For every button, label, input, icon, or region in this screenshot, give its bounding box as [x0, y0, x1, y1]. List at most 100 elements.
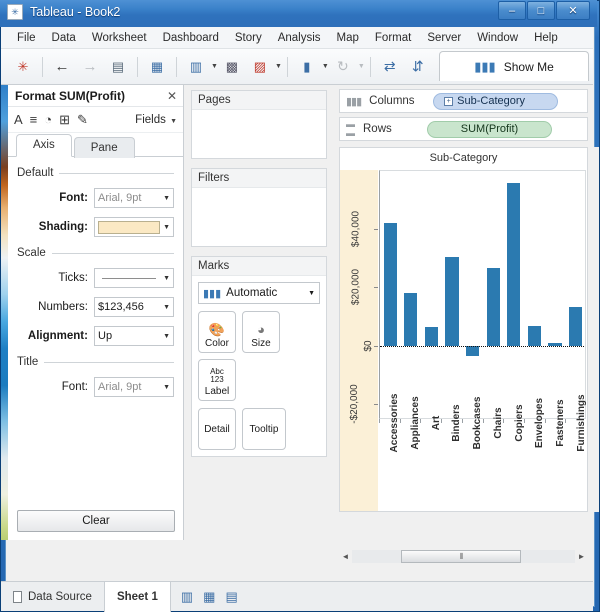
- lines-format-icon[interactable]: ✎: [77, 112, 88, 128]
- filters-card: Filters: [191, 168, 327, 247]
- maximize-button[interactable]: □: [527, 1, 555, 20]
- alignment-format-icon[interactable]: ≡: [30, 112, 38, 127]
- pill-sum-profit[interactable]: SUM(Profit): [427, 121, 552, 138]
- bar-mark[interactable]: [569, 307, 582, 345]
- expand-plus-icon[interactable]: +: [444, 97, 453, 106]
- scroll-left-arrow-icon[interactable]: ◄: [339, 552, 352, 561]
- horizontal-scrollbar[interactable]: ◄ ⦀ ►: [339, 549, 588, 564]
- new-worksheet-icon[interactable]: ▥: [181, 589, 193, 605]
- marks-card: Marks ▮▮▮ Automatic ▼ 🎨 Color ◕ Size: [191, 256, 327, 457]
- swap-rows-columns-icon[interactable]: ⇄: [378, 55, 402, 79]
- x-axis-tick-label: Appliances: [400, 419, 421, 511]
- menu-analysis[interactable]: Analysis: [270, 30, 329, 46]
- bar-column[interactable]: [401, 170, 422, 419]
- tab-axis[interactable]: Axis: [16, 134, 72, 157]
- rows-shelf[interactable]: ▬▬ Rows SUM(Profit): [339, 117, 588, 141]
- bar-column[interactable]: [524, 170, 545, 419]
- save-icon[interactable]: ▤: [106, 55, 130, 79]
- title-font-combo[interactable]: Arial, 9pt ▼: [94, 377, 174, 397]
- y-axis-tick-label: $40,000: [338, 223, 374, 234]
- new-dashboard-icon[interactable]: ▦: [203, 589, 215, 605]
- show-me-button[interactable]: ▮▮▮ Show Me: [439, 51, 589, 81]
- marks-label-button[interactable]: Abc 123 Label: [198, 359, 236, 401]
- columns-shelf[interactable]: ▮▮▮ Columns + Sub-Category: [339, 89, 588, 113]
- clear-sheet-chevron-down-icon[interactable]: ▼: [275, 63, 282, 70]
- scale-ticks-combo[interactable]: ▼: [94, 268, 174, 288]
- x-axis-tick-text: Fasteners: [555, 399, 566, 446]
- bar-mark[interactable]: [425, 327, 438, 346]
- scroll-right-arrow-icon[interactable]: ►: [575, 552, 588, 561]
- bar-column[interactable]: [462, 170, 483, 419]
- pill-sub-category[interactable]: + Sub-Category: [433, 93, 558, 110]
- menu-map[interactable]: Map: [329, 30, 367, 46]
- shading-format-icon[interactable]: ◔: [44, 112, 52, 127]
- bar-mark[interactable]: [487, 268, 500, 346]
- menu-format[interactable]: Format: [367, 30, 419, 46]
- bar-mark[interactable]: [466, 346, 479, 356]
- mark-type-dropdown[interactable]: ▮▮▮ Automatic ▼: [198, 282, 320, 304]
- clear-sheet-icon[interactable]: ▨: [248, 55, 272, 79]
- default-font-combo[interactable]: Arial, 9pt ▼: [94, 188, 174, 208]
- marks-color-button[interactable]: 🎨 Color: [198, 311, 236, 353]
- scale-alignment-combo[interactable]: Up ▼: [94, 326, 174, 346]
- redo-icon[interactable]: →: [78, 55, 102, 79]
- menu-file[interactable]: File: [9, 30, 44, 46]
- bar-column[interactable]: [483, 170, 504, 419]
- y-axis-tick-mark: [374, 346, 378, 347]
- bar-column[interactable]: [421, 170, 442, 419]
- bar-mark[interactable]: [384, 223, 397, 346]
- new-worksheet-chevron-down-icon[interactable]: ▼: [211, 63, 218, 70]
- vertical-scrollbar[interactable]: [594, 147, 599, 512]
- pause-updates-icon[interactable]: ▮: [295, 55, 319, 79]
- chevron-down-icon: ▼: [170, 118, 177, 125]
- new-worksheet-icon[interactable]: ▥: [184, 55, 208, 79]
- scroll-thumb[interactable]: ⦀: [401, 550, 521, 563]
- clear-button[interactable]: Clear: [17, 510, 175, 532]
- pages-card-dropzone[interactable]: [192, 110, 326, 158]
- close-button[interactable]: ✕: [556, 1, 590, 20]
- bar-mark[interactable]: [445, 257, 458, 345]
- pause-updates-chevron-down-icon[interactable]: ▼: [322, 63, 329, 70]
- scale-numbers-combo[interactable]: $123,456 ▼: [94, 297, 174, 317]
- font-format-icon[interactable]: A: [14, 112, 23, 127]
- marks-size-button[interactable]: ◕ Size: [242, 311, 280, 353]
- refresh-chevron-down-icon[interactable]: ▼: [358, 63, 365, 70]
- menu-worksheet[interactable]: Worksheet: [84, 30, 155, 46]
- close-icon[interactable]: ✕: [167, 89, 177, 103]
- tableau-start-icon[interactable]: ✳: [11, 55, 35, 79]
- marks-tooltip-button[interactable]: Tooltip: [242, 408, 286, 450]
- scroll-track[interactable]: ⦀: [352, 550, 575, 563]
- undo-icon[interactable]: ←: [50, 55, 74, 79]
- menu-dashboard[interactable]: Dashboard: [155, 30, 227, 46]
- bar-mark[interactable]: [507, 183, 520, 346]
- new-data-source-icon[interactable]: ▦: [145, 55, 169, 79]
- refresh-icon[interactable]: ↻: [331, 55, 355, 79]
- borders-format-icon[interactable]: ⊞: [59, 112, 70, 128]
- sort-ascending-icon[interactable]: ⇵: [406, 55, 430, 79]
- menu-data[interactable]: Data: [44, 30, 84, 46]
- chevron-down-icon: ▼: [160, 333, 170, 340]
- minimize-button[interactable]: –: [498, 1, 526, 20]
- bar-mark[interactable]: [404, 293, 417, 346]
- x-axis-tick-text: Binders: [451, 404, 462, 441]
- menu-server[interactable]: Server: [419, 30, 469, 46]
- bar-column[interactable]: [545, 170, 566, 419]
- data-source-tab[interactable]: Data Source: [1, 582, 104, 612]
- bar-column[interactable]: [442, 170, 463, 419]
- filters-card-dropzone[interactable]: [192, 188, 326, 246]
- fields-dropdown[interactable]: Fields ▼: [135, 114, 177, 126]
- duplicate-sheet-icon[interactable]: ▩: [220, 55, 244, 79]
- plot-area[interactable]: [379, 170, 586, 419]
- bar-column[interactable]: [380, 170, 401, 419]
- tab-pane[interactable]: Pane: [74, 137, 135, 158]
- marks-detail-button[interactable]: Detail: [198, 408, 236, 450]
- menu-story[interactable]: Story: [227, 30, 270, 46]
- menu-window[interactable]: Window: [469, 30, 526, 46]
- bar-mark[interactable]: [528, 326, 541, 346]
- menu-help[interactable]: Help: [526, 30, 566, 46]
- bar-column[interactable]: [565, 170, 586, 419]
- sheet-tab[interactable]: Sheet 1: [104, 582, 171, 612]
- default-shading-combo[interactable]: ▼: [94, 217, 174, 237]
- new-story-icon[interactable]: ▤: [225, 589, 237, 605]
- bar-column[interactable]: [504, 170, 525, 419]
